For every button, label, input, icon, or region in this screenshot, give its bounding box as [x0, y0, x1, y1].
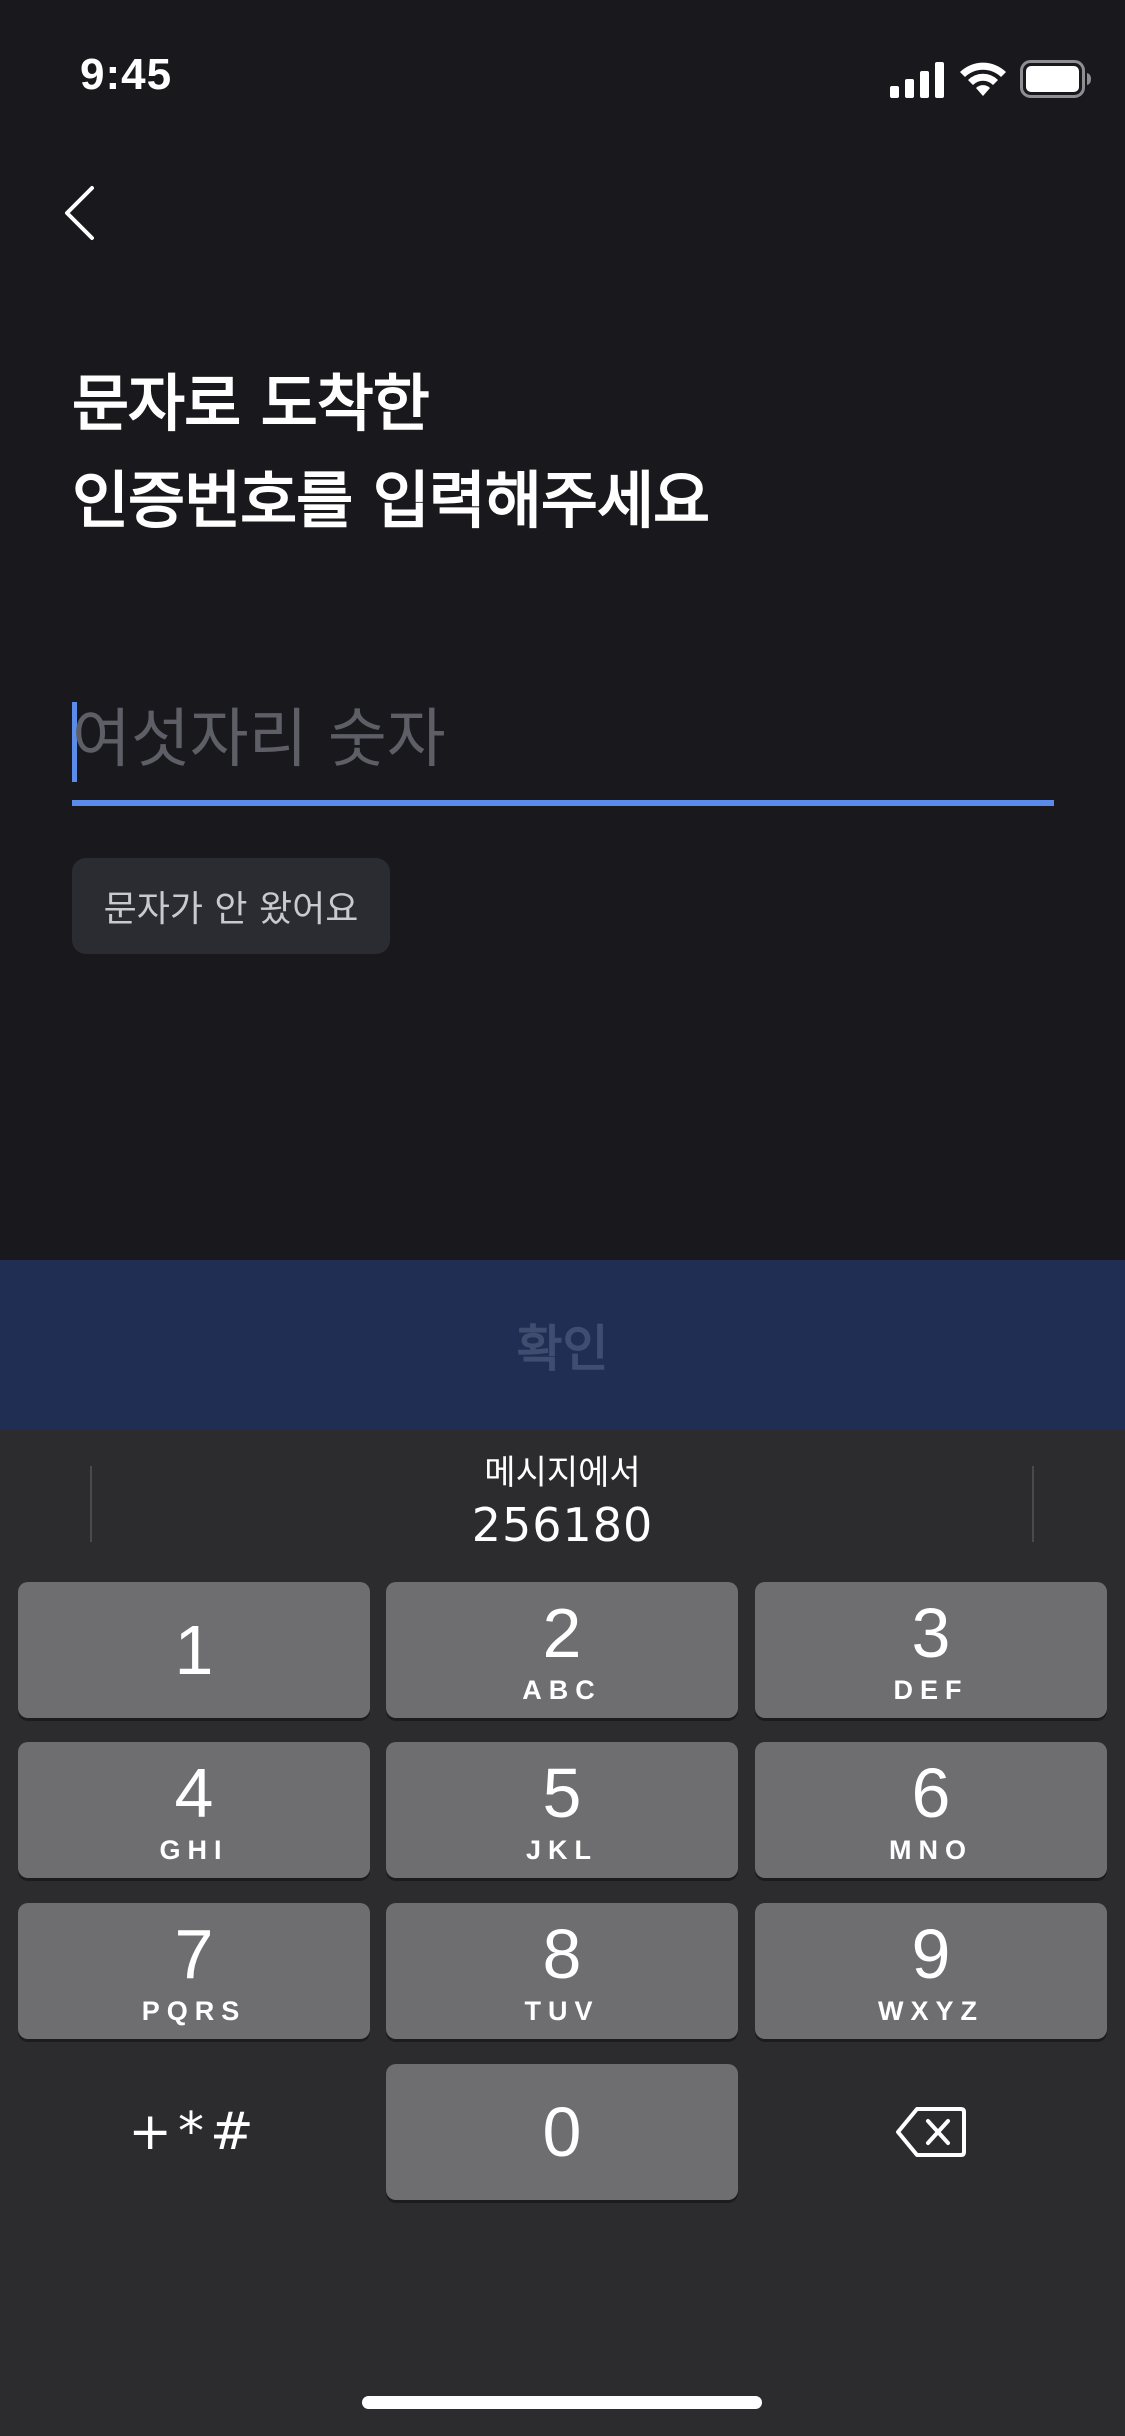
- key-digit: 4: [174, 1754, 214, 1832]
- battery-icon: [1020, 60, 1091, 98]
- key-letters: PQRS: [141, 1996, 247, 2026]
- verification-code-input[interactable]: [72, 690, 1054, 790]
- key-symbols[interactable]: +*#: [18, 2064, 370, 2200]
- key-letters: TUV: [524, 1996, 600, 2026]
- key-digit: 9: [911, 1915, 951, 1993]
- page-title-line-1: 문자로 도착한: [72, 367, 430, 440]
- key-digit: 6: [911, 1754, 951, 1832]
- cellular-signal-icon: [890, 62, 944, 98]
- key-letters: JKL: [525, 1835, 598, 1865]
- suggestion-source: 메시지에서: [484, 1453, 641, 1493]
- key-4[interactable]: 4 GHI: [18, 1742, 370, 1878]
- backspace-icon: [896, 2107, 966, 2157]
- key-letters: ABC: [522, 1675, 602, 1705]
- key-2[interactable]: 2 ABC: [386, 1582, 738, 1718]
- key-7[interactable]: 7 PQRS: [18, 1903, 370, 2039]
- not-received-button[interactable]: 문자가 안 왔어요: [72, 858, 390, 954]
- suggestion-code: 256180: [471, 1498, 654, 1552]
- numeric-keyboard: 메시지에서 256180 1 2 ABC 3 DEF 4 GHI 5 JKL 6…: [0, 1430, 1125, 2436]
- key-digit: 5: [542, 1754, 582, 1832]
- key-letters: DEF: [893, 1675, 969, 1705]
- confirm-button[interactable]: 확인: [0, 1260, 1125, 1430]
- suggestion-divider: [90, 1466, 92, 1542]
- delete-key[interactable]: [755, 2064, 1107, 2200]
- key-digit: 8: [542, 1915, 582, 1993]
- key-letters: WXYZ: [878, 1996, 984, 2026]
- chevron-left-icon: [65, 186, 94, 240]
- home-indicator: [362, 2396, 762, 2409]
- page-title-line-2: 인증번호를 입력해주세요: [72, 464, 710, 537]
- page-title: 문자로 도착한 인증번호를 입력해주세요: [72, 355, 1072, 549]
- key-1[interactable]: 1: [18, 1582, 370, 1718]
- symbols-label: +*#: [128, 2102, 260, 2162]
- back-button[interactable]: [44, 178, 114, 248]
- key-0[interactable]: 0: [386, 2064, 738, 2200]
- key-5[interactable]: 5 JKL: [386, 1742, 738, 1878]
- key-digit: 3: [911, 1594, 951, 1672]
- key-9[interactable]: 9 WXYZ: [755, 1903, 1107, 2039]
- key-digit: 1: [174, 1611, 214, 1689]
- suggestion-divider: [1032, 1466, 1034, 1542]
- status-bar: 9:45: [0, 0, 1125, 150]
- verification-code-field[interactable]: [72, 690, 1054, 806]
- key-letters: GHI: [159, 1835, 229, 1865]
- wifi-icon: [960, 62, 1006, 96]
- key-6[interactable]: 6 MNO: [755, 1742, 1107, 1878]
- key-letters: MNO: [889, 1835, 973, 1865]
- autofill-suggestion-bar: 메시지에서 256180: [0, 1430, 1125, 1576]
- key-digit: 0: [542, 2093, 582, 2171]
- key-digit: 7: [174, 1915, 214, 1993]
- key-8[interactable]: 8 TUV: [386, 1903, 738, 2039]
- key-3[interactable]: 3 DEF: [755, 1582, 1107, 1718]
- key-digit: 2: [542, 1594, 582, 1672]
- status-time: 9:45: [80, 50, 173, 99]
- autofill-code-suggestion[interactable]: 메시지에서 256180: [100, 1450, 1025, 1570]
